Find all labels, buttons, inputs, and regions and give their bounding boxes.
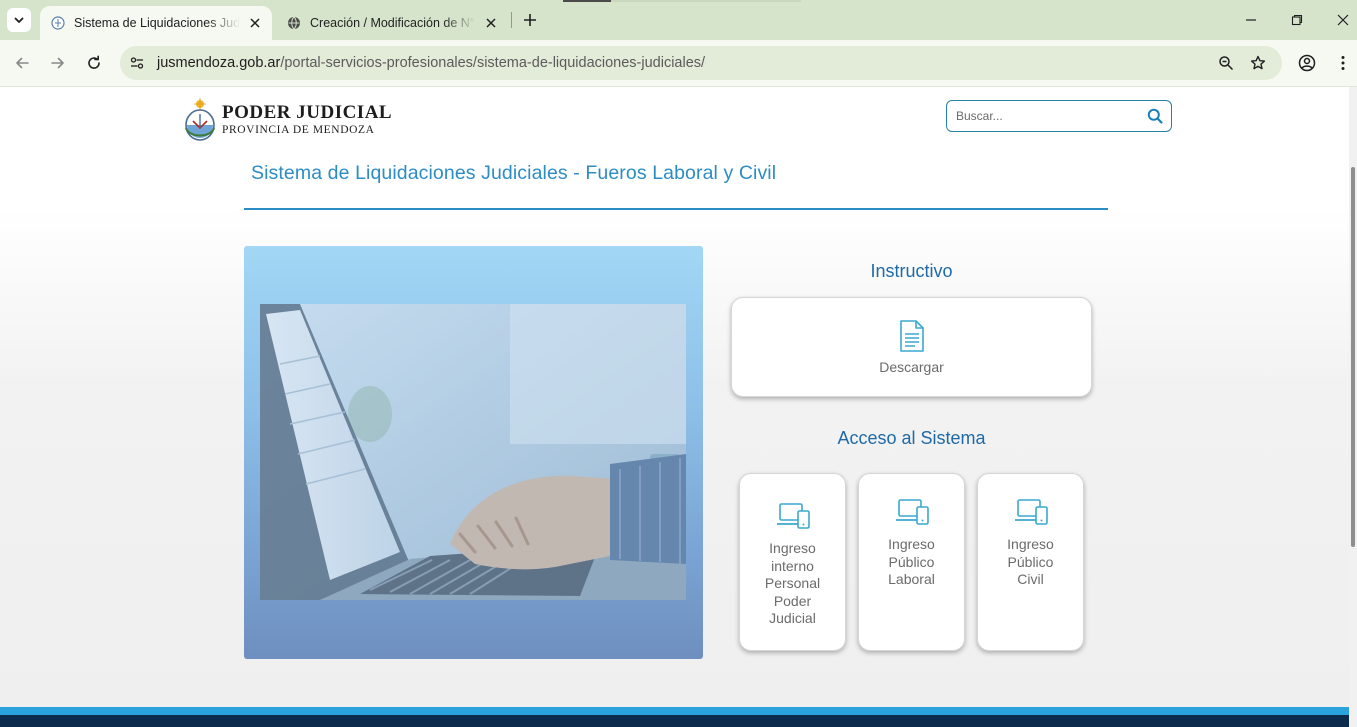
restore-button[interactable] [1285, 8, 1309, 32]
url-text: jusmendoza.gob.ar/portal-servicios-profe… [157, 55, 705, 71]
instructivo-heading: Instructivo [870, 261, 953, 281]
bookmark-star-icon[interactable] [1246, 51, 1270, 75]
crest-favicon-icon [50, 15, 66, 31]
logo-line-2: PROVINCIA DE MENDOZA [222, 124, 375, 136]
page-scrollbar[interactable] [1349, 87, 1357, 727]
search-input[interactable] [956, 109, 1136, 123]
minimize-icon [1246, 19, 1256, 21]
access-card-civil[interactable]: Ingreso Público Civil [977, 473, 1084, 651]
devices-icon [895, 499, 929, 525]
tab-title: Creación / Modificación de N° Expediente [310, 16, 476, 30]
access-card-laboral[interactable]: Ingreso Público Laboral [858, 473, 965, 651]
reload-icon [88, 55, 100, 69]
close-icon [1337, 14, 1349, 26]
access-card-label: Ingreso Público Laboral [888, 536, 935, 587]
tab-strip-indicator-track [611, 0, 801, 2]
tab-liquidaciones[interactable]: Sistema de Liquidaciones Judiciales [40, 6, 272, 40]
access-card-internal[interactable]: Ingreso interno Personal Poder Judicial [739, 473, 846, 651]
forward-button[interactable] [46, 51, 70, 75]
close-tab-icon[interactable] [482, 14, 500, 32]
browser-toolbar: jusmendoza.gob.ar/portal-servicios-profe… [0, 40, 1357, 87]
mendoza-crest-icon [185, 98, 215, 141]
url-path: /portal-servicios-profesionales/sistema-… [280, 55, 706, 71]
logo-line-1: PODER JUDICIAL [222, 102, 393, 123]
site-search [946, 100, 1172, 132]
search-icon[interactable] [1147, 108, 1163, 124]
url-host: jusmendoza.gob.ar [157, 55, 281, 71]
laptop-typing-image [260, 304, 686, 600]
download-instructivo-button[interactable]: Descargar [731, 297, 1092, 397]
chevron-down-icon [14, 17, 24, 23]
document-icon [899, 320, 924, 352]
restore-icon [1291, 14, 1303, 26]
account-circle-icon [1298, 54, 1316, 72]
reload-button[interactable] [82, 51, 106, 75]
close-window-button[interactable] [1331, 8, 1355, 32]
tab-search-button[interactable] [7, 8, 31, 32]
access-card-label: Ingreso Público Civil [1007, 536, 1054, 587]
tab-strip-indicator [563, 0, 611, 2]
devices-icon [776, 503, 810, 529]
tab-title: Sistema de Liquidaciones Judiciales [74, 16, 240, 30]
page-title: Sistema de Liquidaciones Judiciales - Fu… [251, 162, 777, 184]
page-viewport: PODER JUDICIAL PROVINCIA DE MENDOZA Sist… [0, 87, 1349, 727]
access-card-label: Ingreso interno Personal Poder Judicial [764, 540, 821, 626]
close-tab-icon[interactable] [246, 14, 264, 32]
browser-menu-button[interactable] [1331, 51, 1355, 75]
back-button[interactable] [10, 51, 34, 75]
tab-separator [511, 12, 512, 28]
arrow-left-icon [16, 57, 29, 69]
download-label: Descargar [879, 359, 944, 375]
scrollbar-thumb[interactable] [1351, 167, 1355, 547]
more-vertical-icon [1341, 56, 1345, 70]
zoom-icon[interactable] [1214, 51, 1238, 75]
title-divider [244, 208, 1108, 210]
globe-icon [286, 15, 302, 31]
minimize-button[interactable] [1239, 8, 1263, 32]
site-info-icon[interactable] [125, 51, 149, 75]
site-logo[interactable]: PODER JUDICIAL PROVINCIA DE MENDOZA [184, 97, 392, 143]
address-bar[interactable]: jusmendoza.gob.ar/portal-servicios-profe… [120, 46, 1282, 80]
logo-text: PODER JUDICIAL PROVINCIA DE MENDOZA [222, 103, 392, 137]
devices-icon [1014, 499, 1048, 525]
profile-button[interactable] [1295, 51, 1319, 75]
hero-panel [244, 246, 703, 659]
new-tab-button[interactable] [520, 10, 540, 30]
browser-tab-bar: Sistema de Liquidaciones Judiciales Crea… [0, 0, 1357, 40]
access-heading: Acceso al Sistema [837, 428, 986, 448]
arrow-right-icon [51, 57, 64, 69]
footer-band [0, 707, 1349, 727]
plus-icon [524, 14, 536, 26]
tab-creacion-modificacion[interactable]: Creación / Modificación de N° Expediente [276, 6, 508, 40]
